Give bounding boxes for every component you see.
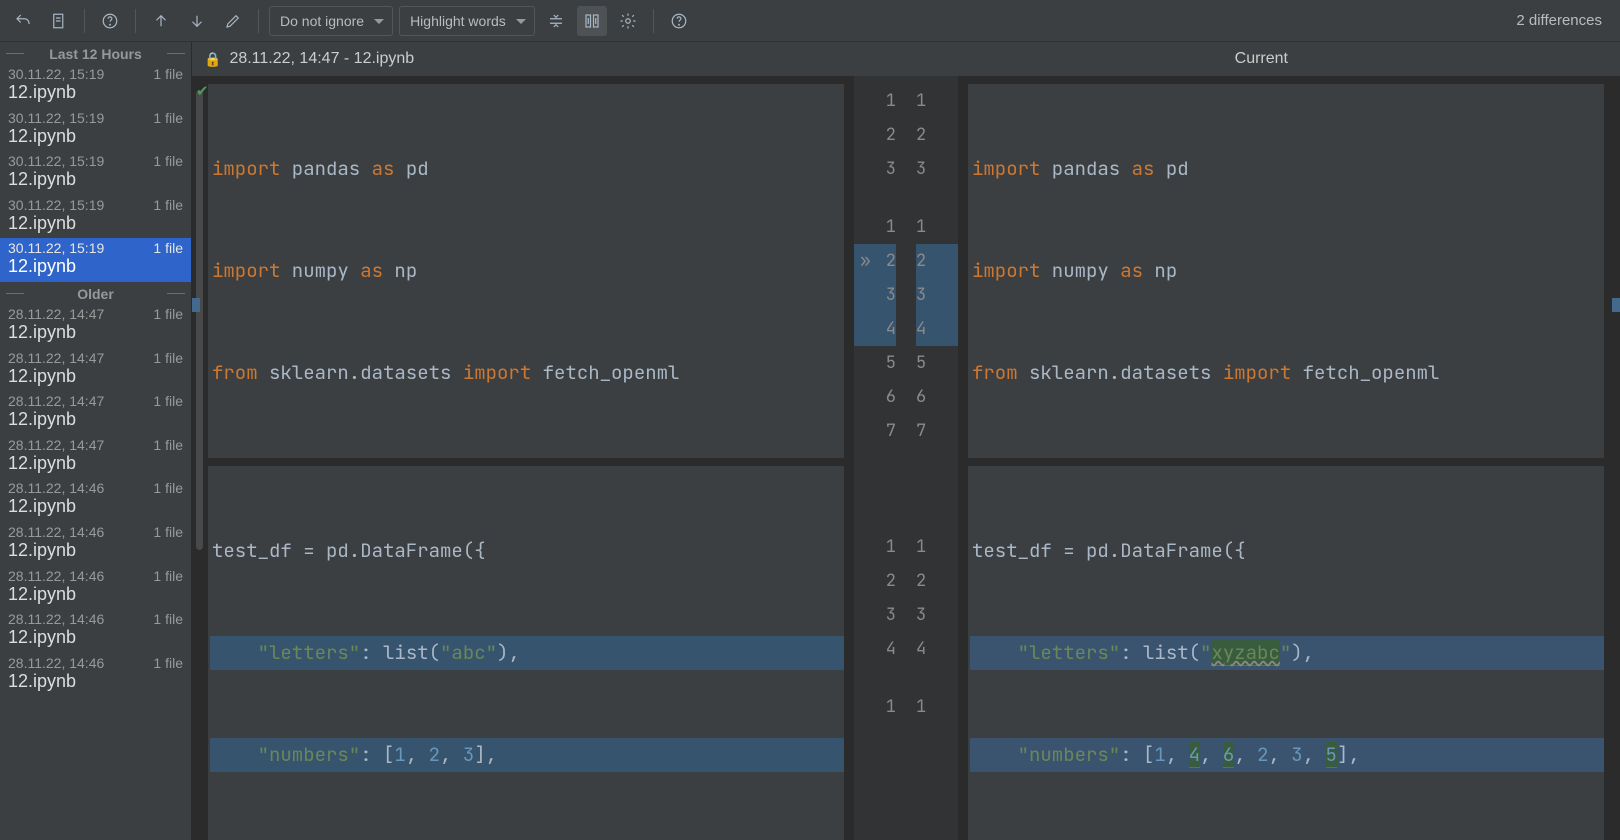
apply-diff-icon[interactable]: » [860,244,871,278]
scrollbar[interactable] [196,90,203,550]
settings-button[interactable] [613,6,643,36]
diff-stripe-icon [1612,298,1620,312]
left-revision-title: 28.11.22, 14:47 - 12.ipynb [229,50,414,68]
prev-diff-button[interactable] [146,6,176,36]
left-pane[interactable]: ✔ import pandas as pd import numpy as np… [192,76,854,840]
history-item[interactable]: 28.11.22, 14:471 file12.ipynb [0,391,191,435]
code-cell: test_df = pd.DataFrame({ "letters": list… [968,466,1604,840]
history-item[interactable]: 30.11.22, 15:191 file12.ipynb [0,64,191,108]
lock-icon: 🔒 [204,51,221,68]
right-pane[interactable]: import pandas as pd import numpy as np f… [958,76,1620,840]
toolbar: Do not ignore Highlight words 2 differen… [0,0,1620,42]
edit-button[interactable] [218,6,248,36]
history-item[interactable]: 28.11.22, 14:461 file12.ipynb [0,653,191,697]
code-cell: import pandas as pd import numpy as np f… [208,84,844,458]
history-item[interactable]: 28.11.22, 14:461 file12.ipynb [0,566,191,610]
separator [258,9,259,33]
left-gutter: 1 2 3 1 »2 3 4 5 6 7 1 2 3 4 [854,76,906,840]
history-item[interactable]: 28.11.22, 14:461 file12.ipynb [0,609,191,653]
history-sidebar[interactable]: Last 12 Hours 30.11.22, 15:191 file12.ip… [0,42,192,840]
right-gutter: 1 2 3 1 2 3 4 5 6 7 1 2 3 4 [906,76,958,840]
history-item[interactable]: 30.11.22, 15:191 file12.ipynb [0,195,191,239]
help-button-2[interactable] [664,6,694,36]
history-item[interactable]: 28.11.22, 14:471 file12.ipynb [0,348,191,392]
history-item[interactable]: 28.11.22, 14:461 file12.ipynb [0,522,191,566]
file-header: 🔒 28.11.22, 14:47 - 12.ipynb Current [192,42,1620,76]
sync-scroll-button[interactable] [577,6,607,36]
history-group-recent: Last 12 Hours [0,42,191,64]
history-item[interactable]: 28.11.22, 14:471 file12.ipynb [0,304,191,348]
history-item[interactable]: 28.11.22, 14:461 file12.ipynb [0,478,191,522]
separator [84,9,85,33]
next-diff-button[interactable] [182,6,212,36]
checkmark-icon: ✔ [196,82,209,100]
right-revision-title: Current [1235,50,1288,68]
diff-count-label: 2 differences [1516,12,1612,29]
history-item[interactable]: 30.11.22, 15:191 file12.ipynb [0,108,191,152]
history-group-older: Older [0,282,191,304]
ignore-mode-select[interactable]: Do not ignore [269,6,393,36]
code-cell: import pandas as pd import numpy as np f… [968,84,1604,458]
separator [653,9,654,33]
separator [135,9,136,33]
help-button[interactable] [95,6,125,36]
collapse-unchanged-button[interactable] [541,6,571,36]
code-cell: test_df = pd.DataFrame({ "letters": list… [208,466,844,840]
history-item[interactable]: 30.11.22, 15:191 file12.ipynb [0,238,191,282]
history-item[interactable]: 28.11.22, 14:471 file12.ipynb [0,435,191,479]
history-item[interactable]: 30.11.22, 15:191 file12.ipynb [0,151,191,195]
undo-button[interactable] [8,6,38,36]
highlight-mode-select[interactable]: Highlight words [399,6,535,36]
diff-stripe-icon [192,298,200,312]
revert-file-button[interactable] [44,6,74,36]
